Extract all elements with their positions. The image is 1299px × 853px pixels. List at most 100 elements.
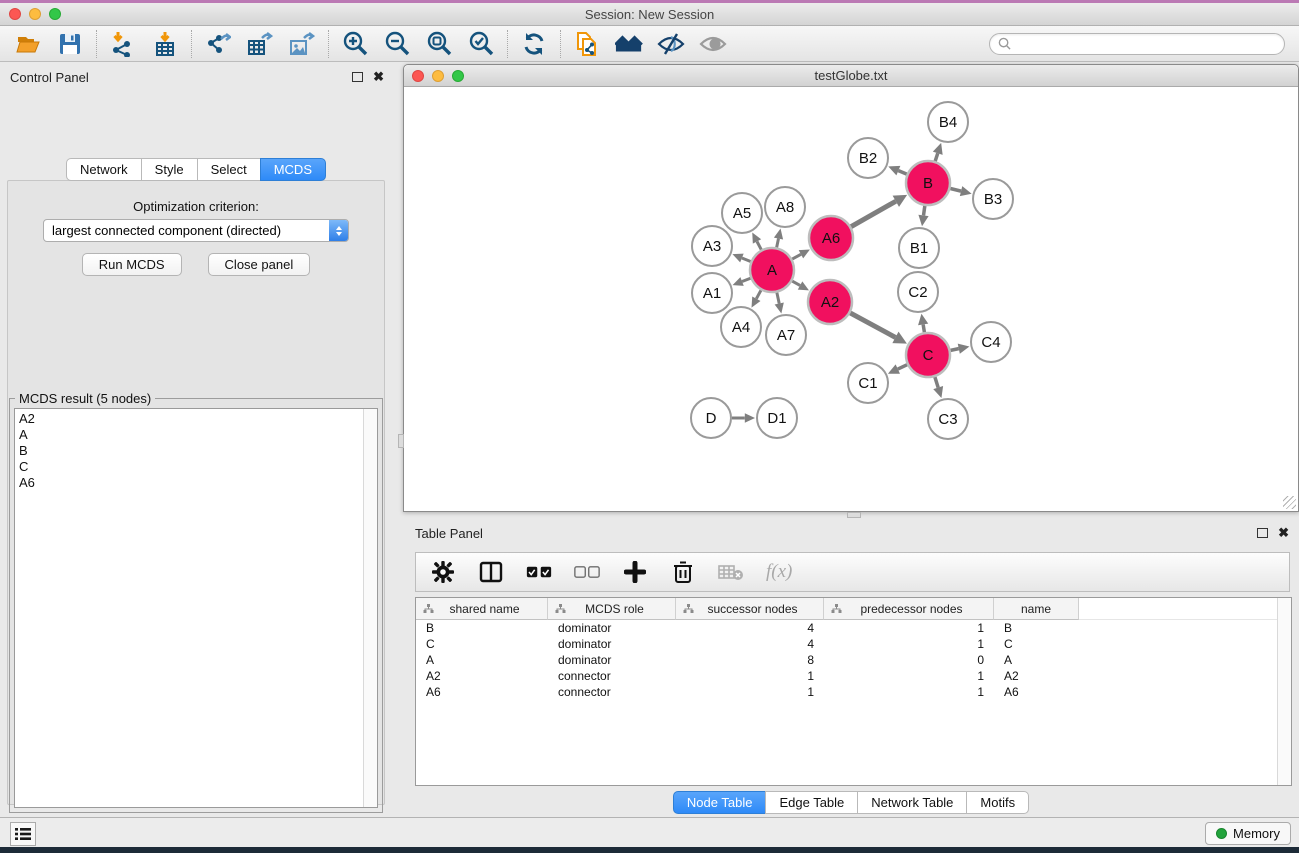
graph-node-A8[interactable]: A8 [765,187,805,227]
graph-node-B4[interactable]: B4 [928,102,968,142]
graph-node-C4[interactable]: C4 [971,322,1011,362]
network-canvas[interactable]: B4 B2 B B3 A5A8A6 A3 B1 A A1 C2 A2 A4A7 C4 C C1 C3 D D1 [405,88,1297,510]
zoom-in-icon[interactable] [341,30,369,58]
graph-edge-A-A6[interactable] [792,254,801,259]
graph-node-D[interactable]: D [691,398,731,438]
column-header-name[interactable]: name [994,598,1079,620]
network-window-titlebar[interactable]: testGlobe.txt [404,65,1298,87]
column-header-predecessor-nodes[interactable]: predecessor nodes [824,598,994,620]
duplicate-network-icon[interactable] [573,30,601,58]
table-row[interactable]: A2connector11A2 [416,668,1277,684]
refresh-icon[interactable] [520,30,548,58]
graph-edge-C-C1[interactable] [898,365,907,369]
zoom-selected-icon[interactable] [467,30,495,58]
graph-node-B1[interactable]: B1 [899,228,939,268]
function-builder-icon[interactable]: f(x) [766,561,792,583]
run-mcds-button[interactable]: Run MCDS [82,253,182,276]
split-divider-grip[interactable] [398,434,404,448]
window-resize-grip[interactable] [1283,496,1296,509]
column-header-shared-name[interactable]: shared name [416,598,548,620]
graph-node-C2[interactable]: C2 [898,272,938,312]
tab-edge-table[interactable]: Edge Table [765,791,858,814]
split-divider-grip[interactable] [847,512,861,518]
tab-motifs[interactable]: Motifs [966,791,1029,814]
export-image-icon[interactable] [288,30,316,58]
graph-node-B2[interactable]: B2 [848,138,888,178]
table-row[interactable]: Cdominator41C [416,636,1277,652]
graph-node-A6[interactable]: A6 [809,216,853,260]
graph-node-A[interactable]: A [750,248,794,292]
search-input[interactable] [1015,37,1276,51]
list-item[interactable]: B [19,443,363,459]
graph-node-A2[interactable]: A2 [808,280,852,324]
table-settings-gear-icon[interactable] [430,559,456,585]
graph-node-C1[interactable]: C1 [848,363,888,403]
graph-node-A5[interactable]: A5 [722,193,762,233]
graph-node-C3[interactable]: C3 [928,399,968,439]
search-field[interactable] [989,33,1285,55]
tab-select[interactable]: Select [197,158,261,181]
tab-network-table[interactable]: Network Table [857,791,967,814]
close-panel-icon[interactable]: ✖ [1278,528,1289,538]
column-header-successor-nodes[interactable]: successor nodes [676,598,824,620]
graph-node-A7[interactable]: A7 [766,315,806,355]
export-table-icon[interactable] [246,30,274,58]
graph-edge-A-A4[interactable] [756,290,761,299]
optimization-criterion-select[interactable]: largest connected component (directed) [43,219,349,242]
graph-node-A3[interactable]: A3 [692,226,732,266]
graph-node-B[interactable]: B [906,161,950,205]
table-row[interactable]: A6connector11A6 [416,684,1277,700]
add-column-icon[interactable] [622,559,648,585]
list-item[interactable]: A [19,427,363,443]
graph-edge-B-B1[interactable] [924,206,925,216]
delete-column-icon[interactable] [670,559,696,585]
graph-edge-A2-C[interactable] [850,313,895,337]
delete-table-icon[interactable] [718,559,744,585]
graph-edge-C-C3[interactable] [935,377,938,388]
graph-edge-B-B3[interactable] [950,188,961,191]
column-header-mcds-role[interactable]: MCDS role [548,598,676,620]
scrollbar[interactable] [363,409,377,807]
memory-button[interactable]: Memory [1205,822,1291,845]
scrollbar[interactable] [1277,598,1291,785]
graph-node-C[interactable]: C [906,333,950,377]
home-icon[interactable] [615,30,643,58]
graph-edge-B-B4[interactable] [935,153,938,161]
graph-edge-A-A7[interactable] [777,292,779,303]
list-item[interactable]: C [19,459,363,475]
tab-node-table[interactable]: Node Table [673,791,767,814]
float-panel-icon[interactable] [352,72,363,82]
graph-node-A1[interactable]: A1 [692,273,732,313]
close-panel-button[interactable]: Close panel [208,253,311,276]
graph-edge-A-A8[interactable] [777,239,779,248]
zoom-out-icon[interactable] [383,30,411,58]
deselect-all-checkboxes-icon[interactable] [574,559,600,585]
table-row[interactable]: Bdominator41B [416,620,1277,636]
zoom-fit-icon[interactable] [425,30,453,58]
close-panel-icon[interactable]: ✖ [373,72,384,82]
list-item[interactable]: A6 [19,475,363,491]
graph-edge-C-C4[interactable] [951,349,959,351]
graph-node-A4[interactable]: A4 [721,307,761,347]
column-layout-icon[interactable] [478,559,504,585]
table-row[interactable]: Adominator80A [416,652,1277,668]
graph-edge-A-A5[interactable] [757,241,761,249]
graph-edge-B-B2[interactable] [898,171,906,175]
hide-panel-eye-icon[interactable] [657,30,685,58]
open-session-icon[interactable] [14,30,42,58]
select-all-checkboxes-icon[interactable] [526,559,552,585]
graph-edge-A-A3[interactable] [742,258,751,261]
graph-edge-C-C2[interactable] [923,324,924,332]
float-panel-icon[interactable] [1257,528,1268,538]
graph-edge-A-A2[interactable] [792,281,800,285]
import-network-icon[interactable] [109,30,137,58]
graph-node-D1[interactable]: D1 [757,398,797,438]
export-network-icon[interactable] [204,30,232,58]
show-panel-eye-icon[interactable] [699,30,727,58]
graph-node-B3[interactable]: B3 [973,179,1013,219]
tab-network[interactable]: Network [66,158,142,181]
graph-edge-A6-B[interactable] [851,201,896,226]
list-item[interactable]: A2 [19,411,363,427]
import-table-icon[interactable] [151,30,179,58]
graph-edge-A-A1[interactable] [742,278,750,281]
